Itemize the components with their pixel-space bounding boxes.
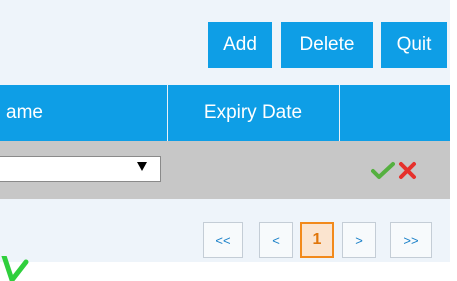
page-last-button[interactable]: >> bbox=[390, 222, 432, 258]
delete-button[interactable]: Delete bbox=[281, 22, 373, 68]
column-header-name[interactable]: ame bbox=[6, 85, 156, 141]
dropdown-arrow-icon[interactable] bbox=[137, 162, 147, 171]
table-header: ame Expiry Date bbox=[0, 85, 450, 141]
grid-panel: Add Delete Quit ame Expiry Date << < 1 >… bbox=[0, 0, 450, 262]
add-button[interactable]: Add bbox=[208, 22, 272, 68]
page-prev-button[interactable]: < bbox=[259, 222, 293, 258]
x-icon[interactable] bbox=[398, 161, 417, 180]
table-row bbox=[0, 141, 450, 199]
page-first-button[interactable]: << bbox=[203, 222, 243, 258]
page-next-button[interactable]: > bbox=[342, 222, 376, 258]
quit-button[interactable]: Quit bbox=[381, 22, 447, 68]
check-icon[interactable] bbox=[371, 161, 395, 180]
page-current-button[interactable]: 1 bbox=[300, 222, 334, 258]
column-header-actions bbox=[340, 85, 450, 141]
column-header-expiry-date[interactable]: Expiry Date bbox=[167, 85, 339, 141]
decorative-stroke bbox=[1, 256, 29, 281]
name-select[interactable] bbox=[0, 156, 161, 182]
